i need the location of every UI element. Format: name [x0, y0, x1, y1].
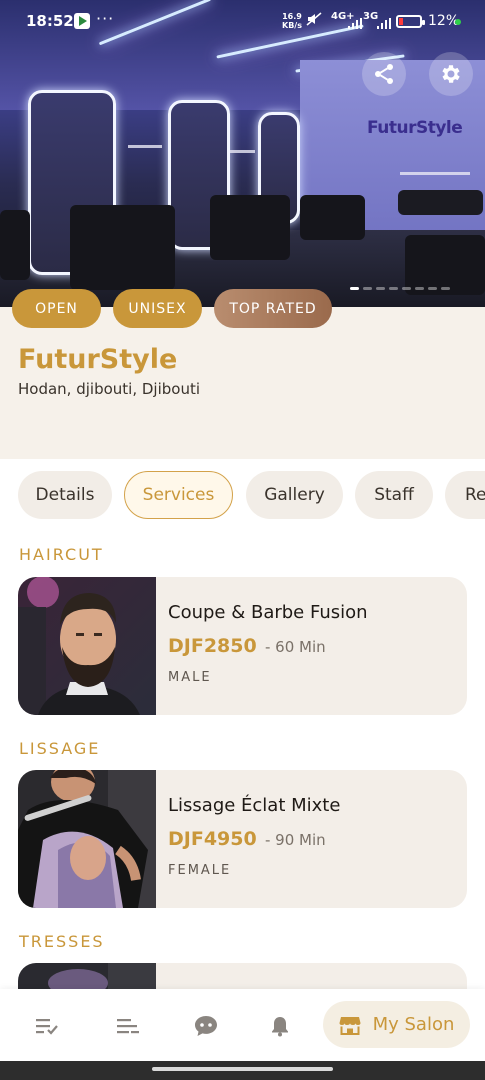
tab-services[interactable]: Services: [124, 471, 233, 519]
service-duration: - 60 Min: [265, 638, 326, 656]
gesture-navigation-bar[interactable]: [0, 1061, 485, 1080]
privacy-indicator-icon: [455, 19, 461, 25]
desk: [398, 190, 483, 215]
share-button[interactable]: [362, 52, 406, 96]
unisex-badge: UNISEX: [113, 289, 202, 328]
service-gender: MALE: [168, 670, 212, 685]
signal-bars-icon: [348, 18, 362, 32]
gear-icon: [442, 65, 460, 83]
signal-3g-label: 3G: [363, 11, 379, 22]
net-speed-unit: KB/s: [282, 21, 302, 30]
hero-logo-text: FuturStyle: [367, 118, 463, 138]
salon-chair: [210, 195, 290, 260]
net-speed-value: 16.9: [282, 12, 302, 21]
more-notifications-icon: ···: [96, 9, 115, 28]
status-time: 18:52: [26, 12, 74, 30]
salon-location: Hodan, djibouti, Djibouti: [18, 380, 200, 398]
pager-dot: [389, 287, 398, 290]
bookings-icon[interactable]: [35, 1015, 59, 1037]
salon-name: FuturStyle: [18, 344, 178, 375]
section-title-lissage: LISSAGE: [19, 739, 101, 758]
share-icon: [375, 64, 393, 84]
pager-dot: [441, 287, 450, 290]
tab-gallery[interactable]: Gallery: [246, 471, 343, 519]
service-price: DJF4950: [168, 828, 257, 850]
salon-chair: [70, 205, 175, 290]
pager-dot: [402, 287, 411, 290]
store-icon: [339, 1016, 361, 1035]
mute-icon: [306, 11, 322, 30]
my-salon-label: My Salon: [372, 1014, 455, 1035]
tab-details[interactable]: Details: [18, 471, 112, 519]
pager-dot: [363, 287, 372, 290]
section-title-haircut: HAIRCUT: [19, 545, 104, 564]
list-icon[interactable]: [116, 1015, 140, 1037]
bottom-navigation: My Salon: [0, 989, 485, 1061]
service-name: Lissage Éclat Mixte: [168, 795, 341, 816]
section-title-tresses: TRESSES: [19, 932, 105, 951]
signal-bars-icon: [377, 18, 391, 32]
shelf: [400, 172, 470, 175]
tab-reviews[interactable]: Re: [445, 471, 485, 519]
play-store-icon: [74, 13, 90, 29]
tab-staff[interactable]: Staff: [355, 471, 433, 519]
service-name: Coupe & Barbe Fusion: [168, 602, 368, 623]
image-pager[interactable]: [350, 287, 450, 290]
status-bar: 18:52 ··· 16.9 KB/s 4G+ 3G 12%: [0, 0, 485, 44]
pager-dot: [428, 287, 437, 290]
bell-icon[interactable]: [268, 1015, 292, 1037]
service-price: DJF2850: [168, 635, 257, 657]
hero-image[interactable]: FuturStyle 18:52 ··· 16.9 KB/s 4G+ 3G 12…: [0, 0, 485, 307]
top-rated-badge: TOP RATED: [214, 289, 332, 328]
settings-button[interactable]: [429, 52, 473, 96]
salon-chair: [405, 235, 485, 295]
shelf: [230, 150, 255, 153]
pager-dot: [415, 287, 424, 290]
service-photo: [18, 770, 156, 908]
pager-dot: [350, 287, 359, 290]
my-salon-tab[interactable]: My Salon: [323, 1001, 470, 1048]
open-badge: OPEN: [12, 289, 101, 328]
service-duration: - 90 Min: [265, 831, 326, 849]
pager-dot: [376, 287, 385, 290]
salon-chair: [0, 210, 30, 280]
tab-bar: Details Services Gallery Staff Re: [18, 471, 485, 520]
service-gender: FEMALE: [168, 863, 232, 878]
chat-icon[interactable]: [194, 1015, 218, 1037]
battery-icon: [396, 15, 425, 28]
service-photo: [18, 577, 156, 715]
service-card[interactable]: Lissage Éclat Mixte DJF4950 - 90 Min FEM…: [18, 770, 467, 908]
service-card[interactable]: Coupe & Barbe Fusion DJF2850 - 60 Min MA…: [18, 577, 467, 715]
salon-chair: [300, 195, 365, 240]
net-speed: 16.9 KB/s: [282, 12, 302, 30]
shelf: [128, 145, 162, 148]
